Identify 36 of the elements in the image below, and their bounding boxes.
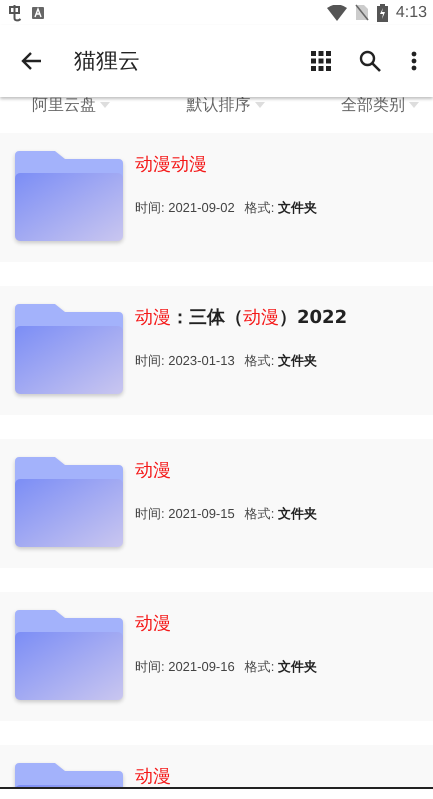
format-text: 格式: 文件夹 xyxy=(244,199,317,217)
date-text: 时间: 2021-09-15 xyxy=(135,505,235,523)
folder-title: 动漫 xyxy=(135,765,171,787)
caret-icon xyxy=(409,102,419,108)
caret-icon xyxy=(254,102,264,108)
caret-icon xyxy=(100,102,110,108)
folder-icon xyxy=(15,610,123,702)
search-icon[interactable] xyxy=(359,50,381,72)
folder-card[interactable]: 动漫动漫 时间: 2021-09-02 格式: 文件夹 xyxy=(0,133,433,262)
folder-card[interactable]: 动漫：三体（动漫）2022 时间: 2023-01-13 格式: 文件夹 xyxy=(0,286,433,415)
grid-icon[interactable] xyxy=(311,51,331,71)
date-text: 时间: 2023-01-13 xyxy=(135,352,235,370)
battery-icon xyxy=(376,4,388,22)
format-text: 格式: 文件夹 xyxy=(244,658,317,676)
folder-title: 动漫 xyxy=(135,459,172,483)
folder-title: 动漫：三体（动漫）2022 xyxy=(135,306,348,330)
keyboard-icon xyxy=(32,6,44,18)
wifi-icon xyxy=(326,4,347,20)
date-text: 时间: 2021-09-16 xyxy=(135,658,235,676)
clock: 4:13 xyxy=(396,4,427,22)
folder-card[interactable]: 动漫 时间: 2021-09-16 格式: 文件夹 xyxy=(0,592,433,721)
folder-card[interactable]: 动漫 时间: 2021-09-15 格式: 文件夹 xyxy=(0,439,433,568)
folder-card[interactable]: 动漫 xyxy=(0,745,433,787)
folder-icon xyxy=(15,151,123,243)
back-arrow-icon[interactable] xyxy=(20,51,42,71)
no-sim-icon xyxy=(354,4,369,21)
folder-title: 动漫动漫 xyxy=(135,153,208,177)
folder-title: 动漫 xyxy=(135,612,172,636)
app-title: 猫狸云 xyxy=(74,48,141,76)
format-text: 格式: 文件夹 xyxy=(244,505,317,523)
folder-icon xyxy=(15,304,123,396)
filter-dropdown[interactable]: 阿里云盘 xyxy=(32,97,110,117)
format-text: 格式: 文件夹 xyxy=(244,352,317,370)
more-icon[interactable] xyxy=(411,51,417,71)
folder-icon xyxy=(15,457,123,549)
date-text: 时间: 2021-09-02 xyxy=(135,199,235,217)
